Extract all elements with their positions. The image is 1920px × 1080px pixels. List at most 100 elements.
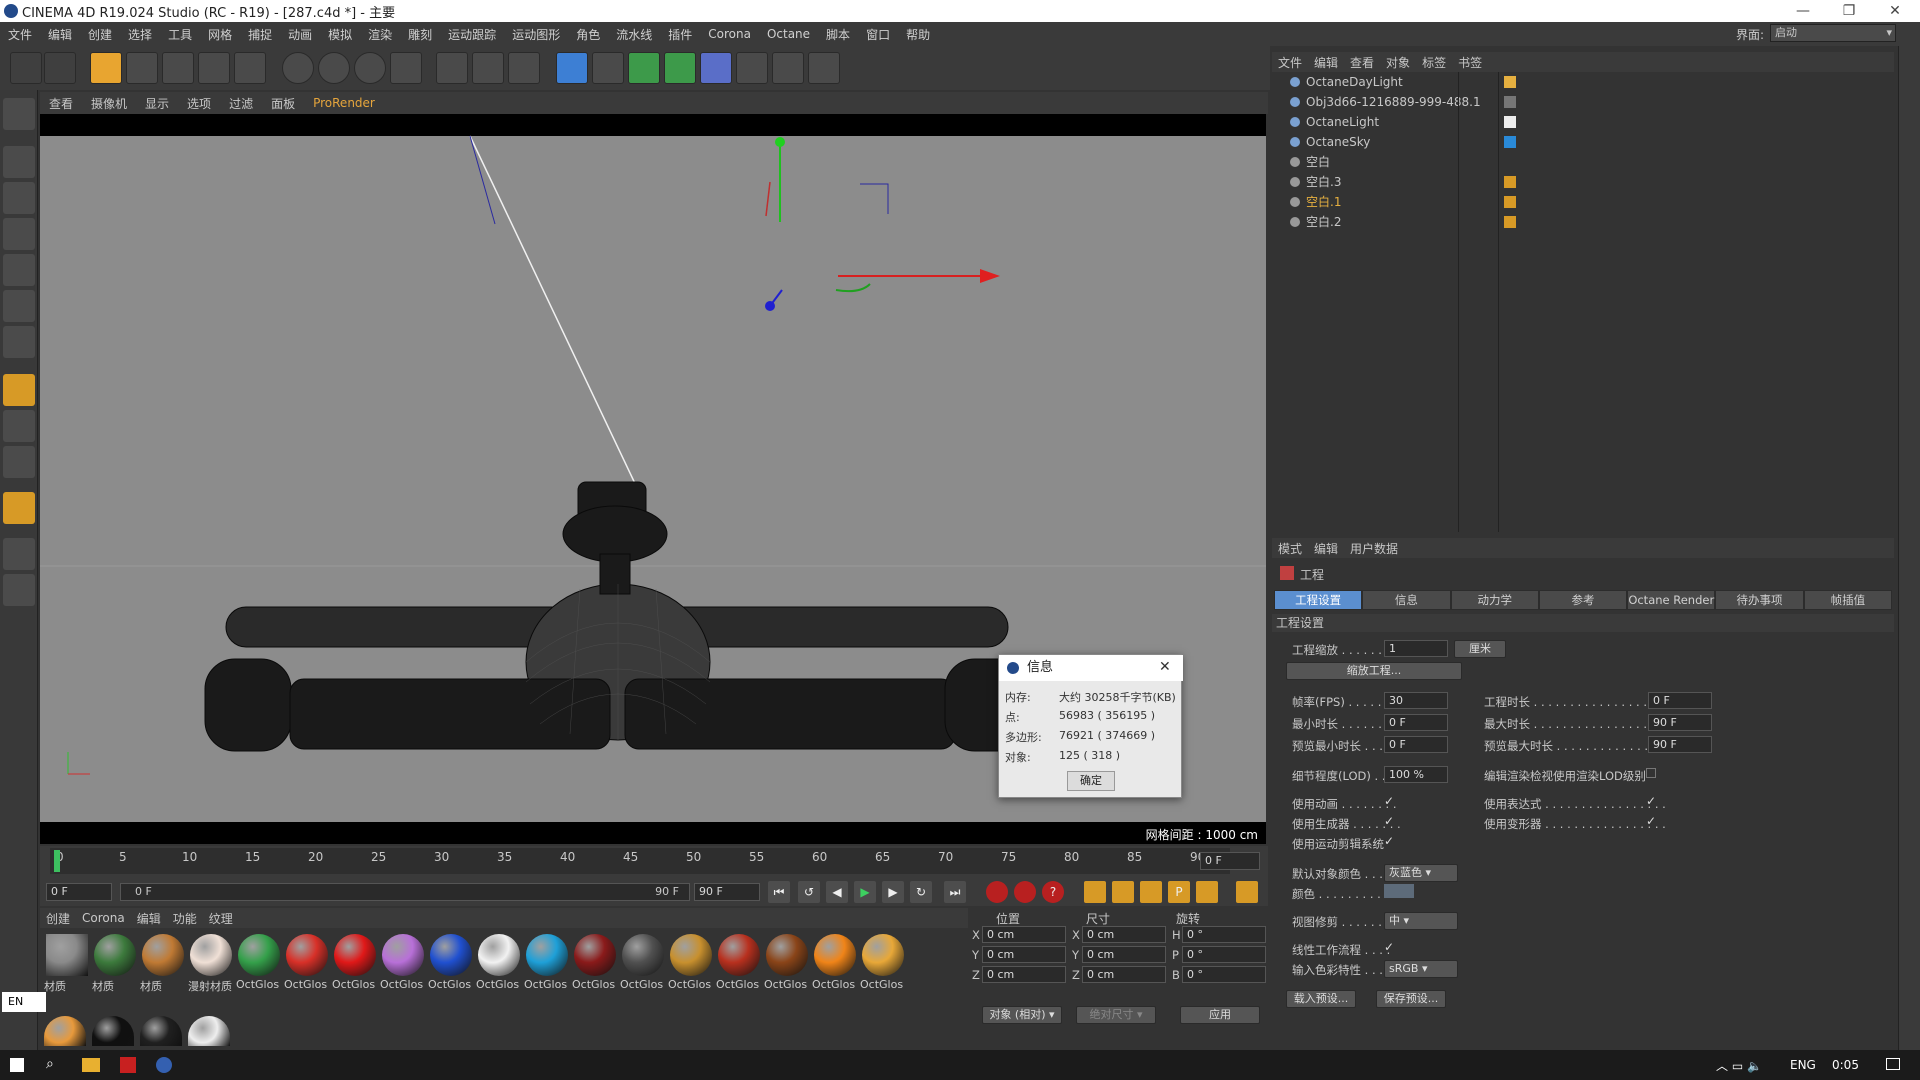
menu-item[interactable]: 网格 (200, 26, 240, 43)
menu-item[interactable]: 文件 (0, 26, 40, 43)
workplane-icon[interactable] (3, 218, 35, 250)
go-to-end-icon[interactable]: ⏭ (944, 881, 966, 903)
viewport-menu-item[interactable]: ProRender (304, 96, 384, 110)
attr-tab[interactable]: 参考 (1538, 590, 1628, 610)
tag-icon[interactable] (1504, 196, 1516, 208)
scale-unit-select[interactable]: 厘米 (1454, 640, 1506, 658)
view-clip-select[interactable]: 中 ▾ (1384, 912, 1458, 930)
linear-workflow-checkbox[interactable]: ✓ (1384, 940, 1394, 954)
use-expression-checkbox[interactable]: ✓ (1646, 794, 1656, 808)
menu-item[interactable]: 编辑 (40, 26, 80, 43)
material-swatch[interactable]: OctGlos (428, 934, 474, 998)
size-field[interactable]: 0 cm (1082, 926, 1166, 943)
attr-tab[interactable]: 动力学 (1450, 590, 1539, 610)
frame-range-slider[interactable]: 0 F 90 F (120, 883, 690, 901)
light-icon[interactable] (808, 52, 840, 84)
rotation-field[interactable]: 0 ° (1182, 966, 1266, 983)
position-field[interactable]: 0 cm (982, 966, 1066, 983)
go-to-start-icon[interactable]: ⏮ (768, 881, 790, 903)
camera-icon[interactable] (772, 52, 804, 84)
pen-icon[interactable] (592, 52, 624, 84)
material-ball[interactable] (92, 1016, 134, 1046)
attr-tab[interactable]: 工程设置 (1274, 590, 1363, 610)
tray-icons[interactable]: ︿ ▭ 🔈 (1716, 1057, 1762, 1074)
object-color-select[interactable]: 灰蓝色 ▾ (1384, 864, 1458, 882)
search-icon[interactable]: ⌕ (46, 1056, 54, 1072)
magnet-icon[interactable] (3, 492, 35, 524)
undo-icon[interactable] (10, 52, 42, 84)
viewport-menu-item[interactable]: 查看 (40, 95, 82, 112)
size-field[interactable]: 0 cm (1082, 966, 1166, 983)
material-swatch[interactable]: OctGlos (716, 934, 762, 998)
use-deformer-checkbox[interactable]: ✓ (1646, 814, 1656, 828)
object-row[interactable]: 空白.1 (1272, 192, 1894, 212)
snap-icon[interactable] (3, 446, 35, 478)
coord-mode-select[interactable]: 对象 (相对) ▾ (982, 1006, 1062, 1024)
object-row[interactable]: 空白 (1272, 152, 1894, 172)
floor-icon[interactable] (736, 52, 768, 84)
viewport-menu-item[interactable]: 过滤 (220, 95, 262, 112)
move-tool-icon[interactable] (126, 52, 158, 84)
object-row[interactable]: 空白.3 (1272, 172, 1894, 192)
interface-select[interactable]: 启动 ▾ (1770, 24, 1896, 42)
tag-icon[interactable] (1504, 136, 1516, 148)
menu-item[interactable]: 选择 (120, 26, 160, 43)
render-picture-viewer-icon[interactable] (472, 52, 504, 84)
object-row[interactable]: OctaneSky (1272, 132, 1894, 152)
key-scale-icon[interactable] (1112, 881, 1134, 903)
transform-tool-icon[interactable] (234, 52, 266, 84)
material-menu-item[interactable]: 编辑 (131, 910, 167, 927)
points-mode-icon[interactable] (3, 254, 35, 286)
texture-mode-icon[interactable] (3, 182, 35, 214)
object-row[interactable]: Obj3d66-1216889-999-488.1 (1272, 92, 1894, 112)
z-axis-icon[interactable] (354, 52, 386, 84)
material-ball[interactable] (44, 1016, 86, 1046)
dialog-ok-button[interactable]: 确定 (1067, 771, 1115, 791)
material-menu-item[interactable]: Corona (76, 911, 131, 925)
material-swatch[interactable]: OctGlos (620, 934, 666, 998)
duration-field[interactable]: 0 F (1648, 692, 1712, 709)
prev-key-icon[interactable]: ↺ (798, 881, 820, 903)
size-mode-select[interactable]: 绝对尺寸 ▾ (1076, 1006, 1156, 1024)
position-field[interactable]: 0 cm (982, 946, 1066, 963)
load-preset-button[interactable]: 载入预设... (1286, 990, 1356, 1008)
rotate-tool-icon[interactable] (198, 52, 230, 84)
edges-mode-icon[interactable] (3, 290, 35, 322)
dialog-close-icon[interactable]: ✕ (1159, 659, 1171, 675)
attr-tab[interactable]: 待办事项 (1715, 590, 1804, 610)
object-menu-item[interactable]: 查看 (1344, 54, 1380, 71)
playhead[interactable] (54, 850, 60, 872)
material-swatch[interactable]: OctGlos (764, 934, 810, 998)
next-key-icon[interactable]: ↻ (910, 881, 932, 903)
restore-icon[interactable]: ❐ (1826, 0, 1872, 22)
attr-tab[interactable]: 帧插值 (1803, 590, 1892, 610)
menu-item[interactable]: 捕捉 (240, 26, 280, 43)
input-color-select[interactable]: sRGB ▾ (1384, 960, 1458, 978)
attr-menu-item[interactable]: 模式 (1272, 540, 1308, 557)
use-animation-checkbox[interactable]: ✓ (1384, 794, 1394, 808)
size-field[interactable]: 0 cm (1082, 946, 1166, 963)
material-swatch[interactable]: OctGlos (476, 934, 522, 998)
start-frame-field[interactable]: 0 F (46, 883, 112, 901)
attr-menu-item[interactable]: 用户数据 (1344, 540, 1404, 557)
timeline-window-icon[interactable] (1236, 881, 1258, 903)
key-rotation-icon[interactable] (1140, 881, 1162, 903)
scale-project-button[interactable]: 缩放工程... (1286, 662, 1462, 680)
object-row[interactable]: 空白.2 (1272, 212, 1894, 232)
menu-item[interactable]: 角色 (568, 26, 608, 43)
tag-icon[interactable] (1504, 76, 1516, 88)
menu-item[interactable]: 流水线 (608, 26, 660, 43)
key-param-icon[interactable]: P (1168, 881, 1190, 903)
material-swatch[interactable]: 材质 (140, 934, 186, 998)
material-swatch[interactable]: OctGlos (236, 934, 282, 998)
menu-item[interactable]: 动画 (280, 26, 320, 43)
cube-icon[interactable] (556, 52, 588, 84)
object-menu-item[interactable]: 对象 (1380, 54, 1416, 71)
close-icon[interactable]: ✕ (1872, 0, 1918, 22)
attr-tab[interactable]: Octane Render (1627, 590, 1716, 610)
clock[interactable]: 0:05 (1832, 1058, 1859, 1072)
c4d-taskbar-icon[interactable] (156, 1057, 172, 1073)
menu-item[interactable]: 创建 (80, 26, 120, 43)
play-icon[interactable]: ▶ (854, 881, 876, 903)
x-axis-icon[interactable] (282, 52, 314, 84)
